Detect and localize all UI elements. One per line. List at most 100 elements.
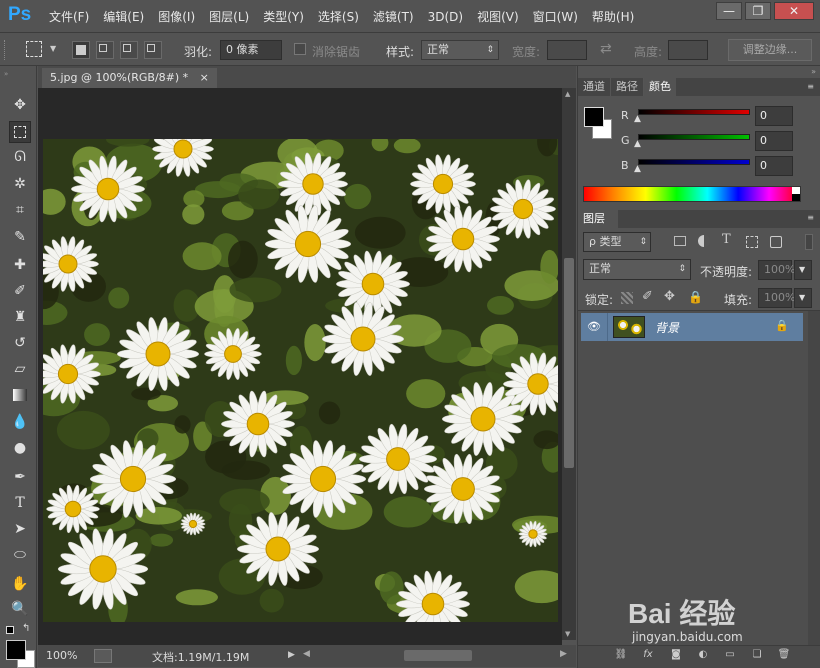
panel-menu-icon[interactable]: ≡ <box>807 82 814 91</box>
fill-input[interactable]: 100% <box>758 288 795 308</box>
eyedropper-tool-icon[interactable]: ✎ <box>9 226 31 248</box>
lasso-tool-icon[interactable]: ᘏ <box>9 146 31 168</box>
scroll-left-icon[interactable]: ◀ <box>303 649 310 659</box>
opacity-input[interactable]: 100% <box>758 260 795 280</box>
layer-filter-select[interactable]: ρ 类型 ⇕ <box>583 232 651 252</box>
eraser-tool-icon[interactable]: ▱ <box>9 358 31 380</box>
hand-tool-icon[interactable]: ✋ <box>9 573 31 595</box>
new-selection-icon[interactable] <box>72 41 90 59</box>
layer-name[interactable]: 背景 <box>655 319 679 336</box>
gradient-tool-icon[interactable] <box>9 385 31 407</box>
layer-thumbnail[interactable] <box>613 316 645 338</box>
status-menu-arrow-icon[interactable]: ▶ <box>288 650 295 660</box>
tab-paths[interactable]: 路径 <box>610 78 643 96</box>
horizontal-scroll-thumb[interactable] <box>404 650 472 661</box>
menu-edit[interactable]: 编辑(E) <box>96 8 151 25</box>
style-select[interactable]: 正常 ⇕ <box>421 40 499 60</box>
menu-layer[interactable]: 图层(L) <box>202 8 256 25</box>
preset-dropdown-icon[interactable]: ▼ <box>50 44 56 53</box>
type-tool-icon[interactable]: T <box>9 492 31 514</box>
scroll-down-icon[interactable]: ▼ <box>565 630 570 638</box>
share-icon[interactable] <box>94 649 112 663</box>
close-button[interactable]: ✕ <box>774 2 814 20</box>
green-slider[interactable] <box>638 134 750 140</box>
document-image[interactable] <box>43 139 558 622</box>
menu-help[interactable]: 帮助(H) <box>585 8 641 25</box>
menu-window[interactable]: 窗口(W) <box>526 8 585 25</box>
filter-toggle-switch[interactable] <box>805 234 813 250</box>
green-slider-handle-icon[interactable]: ▲ <box>634 139 641 149</box>
swap-colors-icon[interactable]: ↰ <box>22 623 30 634</box>
scroll-right-icon[interactable]: ▶ <box>560 649 567 659</box>
subtract-selection-icon[interactable] <box>120 41 138 59</box>
move-tool-icon[interactable]: ✥ <box>9 94 31 116</box>
blue-value-input[interactable]: 0 <box>755 156 793 176</box>
swap-dimensions-icon[interactable]: ⇄ <box>600 41 612 57</box>
filter-type-icon[interactable]: T <box>722 232 731 247</box>
layer-style-fx-icon[interactable]: fx <box>640 648 656 662</box>
marquee-tool-icon[interactable] <box>9 121 31 143</box>
new-layer-icon[interactable]: ❏ <box>749 648 765 662</box>
magic-wand-tool-icon[interactable]: ✲ <box>9 173 31 195</box>
add-mask-icon[interactable]: ◙ <box>668 648 684 662</box>
filter-pixel-icon[interactable] <box>674 236 686 246</box>
minimize-button[interactable]: — <box>716 2 742 20</box>
color-spectrum-bar[interactable] <box>583 186 801 202</box>
delete-layer-icon[interactable]: 🗑 <box>776 648 792 662</box>
pen-tool-icon[interactable]: ✒ <box>9 466 31 488</box>
lock-all-icon[interactable]: 🔒 <box>688 290 703 304</box>
color-panel-fg-swatch[interactable] <box>584 107 604 127</box>
add-selection-icon[interactable] <box>96 41 114 59</box>
menu-select[interactable]: 选择(S) <box>311 8 366 25</box>
document-tab[interactable]: 5.jpg @ 100%(RGB/8#) * × <box>42 68 217 88</box>
red-slider-handle-icon[interactable]: ▲ <box>634 114 641 124</box>
blur-tool-icon[interactable]: 💧 <box>9 411 31 433</box>
layer-row[interactable]: 👁 背景 🔒 <box>581 313 803 341</box>
opacity-dropdown-icon[interactable]: ▼ <box>794 260 812 280</box>
feather-input[interactable]: 0 像素 <box>220 40 282 60</box>
tab-color[interactable]: 颜色 <box>643 78 676 96</box>
lock-position-icon[interactable]: ✥ <box>664 289 675 304</box>
menu-view[interactable]: 视图(V) <box>470 8 526 25</box>
ellipse-tool-icon[interactable]: ⬭ <box>9 544 31 566</box>
clone-stamp-tool-icon[interactable]: ♜ <box>9 306 31 328</box>
foreground-color-swatch[interactable] <box>6 640 26 660</box>
height-input[interactable] <box>668 40 708 60</box>
intersect-selection-icon[interactable] <box>144 41 162 59</box>
vertical-scrollbar[interactable]: ▲ ▼ <box>562 88 576 640</box>
filter-adjustment-icon[interactable] <box>698 235 710 247</box>
marquee-tool-preset-icon[interactable] <box>26 41 42 57</box>
dodge-tool-icon[interactable]: ● <box>9 437 31 459</box>
new-group-icon[interactable]: ▭ <box>722 648 738 662</box>
zoom-tool-icon[interactable]: 🔍 <box>9 598 31 620</box>
width-input[interactable] <box>547 40 587 60</box>
lock-image-icon[interactable]: ✐ <box>642 289 653 304</box>
collapse-panels-icon[interactable]: » <box>811 67 816 76</box>
default-colors-icon[interactable] <box>6 626 14 634</box>
zoom-level[interactable]: 100% <box>46 649 77 662</box>
green-value-input[interactable]: 0 <box>755 131 793 151</box>
menu-filter[interactable]: 滤镜(T) <box>366 8 421 25</box>
brush-tool-icon[interactable]: ✐ <box>9 280 31 302</box>
filter-smart-object-icon[interactable] <box>770 236 782 248</box>
layers-panel-menu-icon[interactable]: ≡ <box>807 213 814 222</box>
history-brush-tool-icon[interactable]: ↺ <box>9 332 31 354</box>
refine-edge-button[interactable]: 调整边缘... <box>728 39 812 61</box>
lock-transparent-icon[interactable] <box>621 292 633 304</box>
crop-tool-icon[interactable]: ⌗ <box>9 199 31 221</box>
tab-layers[interactable]: 图层 <box>578 210 618 228</box>
eye-visibility-icon[interactable]: 👁 <box>587 320 601 333</box>
menu-file[interactable]: 文件(F) <box>42 8 96 25</box>
red-slider[interactable] <box>638 109 750 115</box>
close-tab-icon[interactable]: × <box>200 71 209 84</box>
blue-slider-handle-icon[interactable]: ▲ <box>634 164 641 174</box>
red-value-input[interactable]: 0 <box>755 106 793 126</box>
menu-3d[interactable]: 3D(D) <box>421 10 470 24</box>
blend-mode-select[interactable]: 正常 ⇕ <box>583 259 691 280</box>
healing-brush-tool-icon[interactable]: ✚ <box>9 254 31 276</box>
new-adjustment-icon[interactable]: ◐ <box>695 648 711 662</box>
collapse-arrows-icon[interactable]: » <box>4 70 8 78</box>
fill-dropdown-icon[interactable]: ▼ <box>794 288 812 308</box>
layers-scrollbar[interactable] <box>808 311 820 645</box>
vertical-scroll-thumb[interactable] <box>564 258 574 468</box>
